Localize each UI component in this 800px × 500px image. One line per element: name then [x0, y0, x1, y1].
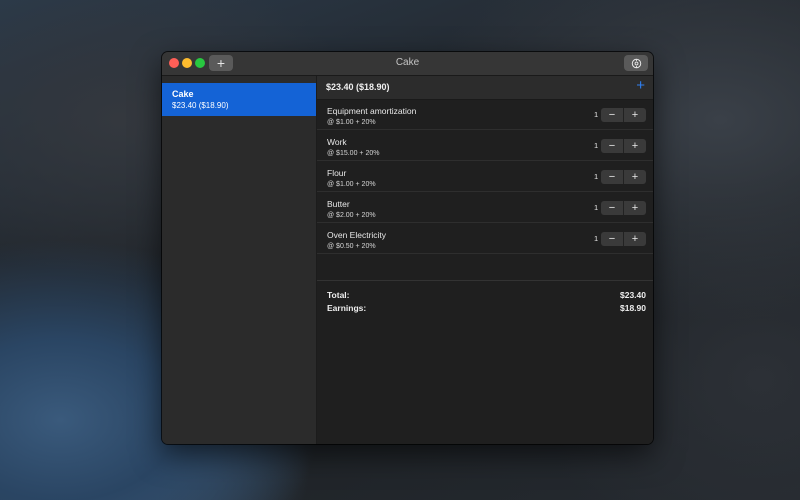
sidebar: Cake $23.40 ($18.90) — [162, 76, 317, 444]
decrement-button[interactable]: − — [601, 170, 623, 184]
add-ingredient-button[interactable]: + — [636, 78, 645, 93]
total-label: Total: — [327, 290, 350, 300]
increment-button[interactable]: + — [624, 170, 646, 184]
list-item: Flour @ $1.00 + 20% 1 − + — [317, 162, 653, 192]
title-bar: + Cake — [162, 52, 653, 76]
window-title: Cake — [395, 57, 420, 68]
detail-pane: $23.40 ($18.90) + Equipment amortization… — [317, 76, 653, 444]
increment-button[interactable]: + — [624, 201, 646, 215]
list-item: Oven Electricity @ $0.50 + 20% 1 − + — [317, 224, 653, 254]
item-quantity: 1 — [594, 234, 599, 243]
item-price: @ $15.00 + 20% — [327, 150, 380, 157]
item-price: @ $2.00 + 20% — [327, 212, 376, 219]
item-quantity: 1 — [594, 203, 599, 212]
item-quantity: 1 — [594, 172, 599, 181]
item-name: Butter — [327, 199, 350, 209]
item-name: Work — [327, 137, 347, 147]
decrement-button[interactable]: − — [601, 232, 623, 246]
list-item: Equipment amortization @ $1.00 + 20% 1 −… — [317, 100, 653, 130]
item-name: Oven Electricity — [327, 230, 387, 240]
earnings-label: Earnings: — [327, 303, 367, 313]
increment-button[interactable]: + — [624, 139, 646, 153]
item-name: Flour — [327, 168, 347, 178]
detail-title: $23.40 ($18.90) — [326, 82, 390, 92]
decrement-button[interactable]: − — [601, 108, 623, 122]
detail-header: $23.40 ($18.90) + — [317, 76, 653, 100]
item-price: @ $0.50 + 20% — [327, 243, 376, 250]
item-name: Equipment amortization — [327, 106, 417, 116]
sidebar-item-name: Cake — [172, 89, 194, 99]
sidebar-item-subtitle: $23.40 ($18.90) — [172, 101, 229, 110]
item-price: @ $1.00 + 20% — [327, 119, 376, 126]
totals-divider — [317, 280, 653, 281]
item-quantity: 1 — [594, 141, 599, 150]
decrement-button[interactable]: − — [601, 201, 623, 215]
quantity-stepper: − + — [601, 139, 646, 153]
quantity-stepper: − + — [601, 170, 646, 184]
app-window: + Cake Cake $23.40 ($18.90) $23.40 ($18.… — [162, 52, 653, 444]
item-quantity: 1 — [594, 110, 599, 119]
item-price: @ $1.00 + 20% — [327, 181, 376, 188]
increment-button[interactable]: + — [624, 108, 646, 122]
earnings-value: $18.90 — [620, 303, 646, 313]
sidebar-item-cake[interactable]: Cake $23.40 ($18.90) — [162, 83, 316, 116]
total-value: $23.40 — [620, 290, 646, 300]
settings-button[interactable] — [624, 55, 648, 71]
quantity-stepper: − + — [601, 201, 646, 215]
quantity-stepper: − + — [601, 232, 646, 246]
list-item: Work @ $15.00 + 20% 1 − + — [317, 131, 653, 161]
list-item: Butter @ $2.00 + 20% 1 − + — [317, 193, 653, 223]
gear-icon — [631, 58, 641, 68]
quantity-stepper: − + — [601, 108, 646, 122]
increment-button[interactable]: + — [624, 232, 646, 246]
decrement-button[interactable]: − — [601, 139, 623, 153]
